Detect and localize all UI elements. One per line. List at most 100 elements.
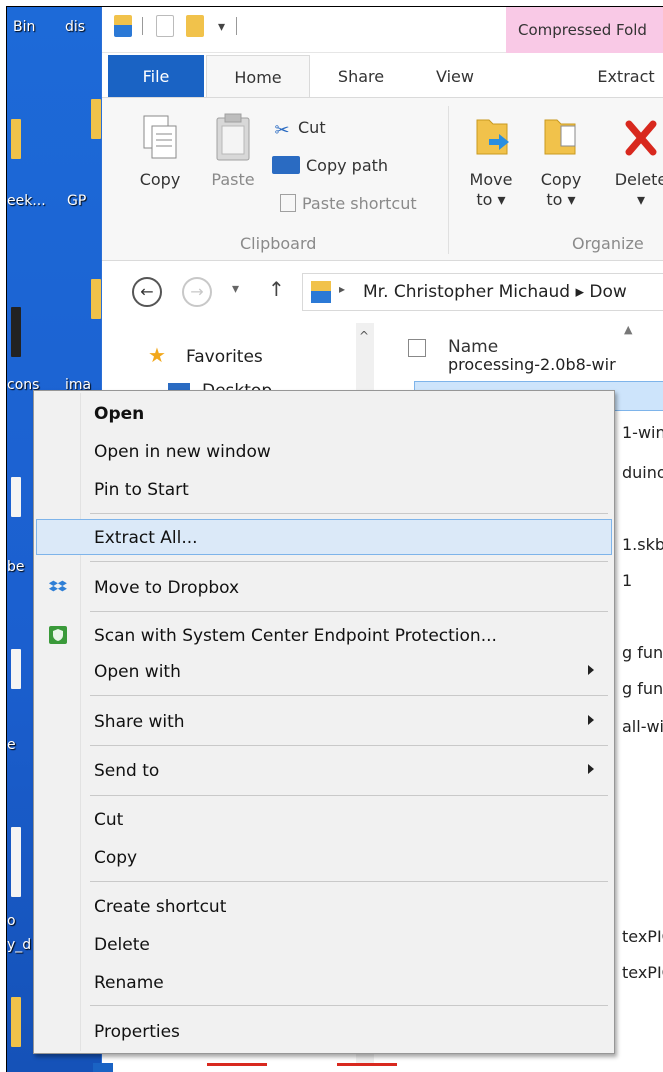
- menu-item-move-to-dropbox[interactable]: Move to Dropbox: [36, 569, 612, 605]
- folder-icon[interactable]: [91, 99, 101, 139]
- file-item[interactable]: texPIC: [622, 963, 663, 982]
- desktop-label-eek[interactable]: eek...: [7, 193, 46, 209]
- clipboard-group-label: Clipboard: [240, 234, 317, 253]
- menu-item-open-with[interactable]: Open with: [36, 653, 612, 689]
- menu-item-label: Open with: [94, 662, 181, 682]
- copy-path-label: Copy path: [306, 156, 389, 175]
- paste-button[interactable]: Paste: [202, 112, 264, 190]
- menu-item-open-in-new-window[interactable]: Open in new window: [36, 433, 612, 469]
- cut-label: Cut: [298, 118, 326, 137]
- menu-item-label: Copy: [94, 848, 138, 868]
- ribbon: Copy Paste ✂ Cut Copy path Paste shortcut…: [102, 97, 663, 261]
- app-icon[interactable]: [11, 307, 21, 357]
- menu-separator: [90, 513, 608, 514]
- separator: [142, 17, 143, 35]
- contextual-tab-compressed-folder-tools[interactable]: Compressed Fold: [506, 7, 663, 53]
- menu-item-delete[interactable]: Delete: [36, 926, 612, 962]
- recent-locations-button[interactable]: ▾: [232, 281, 239, 297]
- copy-to-label-line1: Copy: [540, 170, 582, 189]
- tab-share[interactable]: Share: [316, 55, 406, 97]
- file-item[interactable]: all-wi: [622, 717, 663, 736]
- address-bar[interactable]: ▸ Mr. Christopher Michaud ▸ Dow: [302, 273, 663, 311]
- file-icon[interactable]: [11, 649, 21, 689]
- menu-item-open[interactable]: Open: [36, 395, 612, 431]
- copy-button[interactable]: Copy: [128, 112, 192, 190]
- submenu-arrow-icon: [588, 665, 594, 675]
- paste-shortcut-button[interactable]: Paste shortcut: [280, 194, 417, 213]
- taskbar-app-icon[interactable]: [207, 1063, 267, 1072]
- new-folder-icon[interactable]: [186, 15, 204, 37]
- properties-icon[interactable]: [156, 15, 174, 37]
- file-item[interactable]: texPIC: [622, 927, 663, 946]
- desktop-label-be[interactable]: be: [7, 559, 25, 575]
- cut-button[interactable]: ✂ Cut: [272, 118, 326, 141]
- menu-item-label: Scan with System Center Endpoint Protect…: [94, 626, 497, 646]
- copy-to-label-line2: to ▾: [546, 190, 576, 209]
- file-item[interactable]: g fun: [622, 643, 663, 662]
- menu-item-rename[interactable]: Rename: [36, 964, 612, 1000]
- customize-toolbar-icon[interactable]: ▾: [218, 19, 225, 35]
- file-item[interactable]: processing-2.0b8-wir: [448, 355, 616, 374]
- file-icon[interactable]: [11, 477, 21, 517]
- desktop-label-e[interactable]: e: [7, 737, 16, 753]
- menu-item-create-shortcut[interactable]: Create shortcut: [36, 888, 612, 924]
- menu-item-properties[interactable]: Properties: [36, 1013, 612, 1049]
- folder-icon[interactable]: [91, 279, 101, 319]
- menu-item-pin-to-start[interactable]: Pin to Start: [36, 471, 612, 507]
- folder-icon[interactable]: [11, 119, 21, 159]
- file-icon[interactable]: [11, 827, 21, 897]
- favorites-item[interactable]: Favorites: [186, 347, 263, 367]
- menu-separator: [90, 881, 608, 882]
- menu-item-label: Properties: [94, 1022, 180, 1042]
- move-to-button[interactable]: Move to ▾: [460, 112, 522, 210]
- menu-item-share-with[interactable]: Share with: [36, 703, 612, 739]
- desktop-label-dis[interactable]: dis: [65, 19, 85, 35]
- column-header-name[interactable]: Name: [448, 337, 498, 357]
- desktop-label-y-d[interactable]: y_d: [7, 937, 31, 953]
- desktop-label-recycle-bin[interactable]: Bin: [13, 19, 35, 35]
- pencil-icon[interactable]: [11, 997, 21, 1047]
- desktop-label-gp[interactable]: GP: [67, 193, 86, 209]
- tab-extract[interactable]: Extract: [576, 55, 663, 97]
- delete-label-line1: Delete: [614, 170, 663, 189]
- file-item[interactable]: 1-wind: [622, 423, 663, 442]
- separator: [448, 106, 449, 254]
- scroll-up-icon[interactable]: ^: [359, 329, 369, 343]
- menu-separator: [90, 611, 608, 612]
- address-path: Mr. Christopher Michaud ▸ Dow: [363, 282, 627, 302]
- menu-separator: [90, 745, 608, 746]
- copy-path-button[interactable]: Copy path: [272, 156, 388, 175]
- delete-x-icon: [625, 120, 657, 156]
- paste-icon: [216, 113, 250, 161]
- tab-view[interactable]: View: [410, 55, 500, 97]
- sort-ascending-icon: ▲: [624, 323, 633, 336]
- up-button[interactable]: ↑: [268, 277, 285, 301]
- menu-item-cut[interactable]: Cut: [36, 801, 612, 837]
- submenu-arrow-icon: [588, 715, 594, 725]
- menu-item-scan-endpoint-protection[interactable]: Scan with System Center Endpoint Protect…: [36, 617, 612, 653]
- title-bar: ▾ Compressed Fold: [102, 7, 663, 53]
- menu-item-label: Open in new window: [94, 442, 271, 462]
- menu-item-label: Send to: [94, 761, 160, 781]
- taskbar-app-icon[interactable]: [337, 1063, 397, 1072]
- submenu-arrow-icon: [588, 764, 594, 774]
- folder-icon[interactable]: [114, 15, 132, 37]
- taskbar-app-icon[interactable]: [93, 1063, 113, 1072]
- file-item[interactable]: g fun: [622, 679, 663, 698]
- forward-button[interactable]: →: [182, 277, 212, 307]
- tab-file[interactable]: File: [108, 55, 204, 97]
- menu-item-send-to[interactable]: Send to: [36, 752, 612, 788]
- menu-item-copy[interactable]: Copy: [36, 839, 612, 875]
- chevron-right-icon: ▸: [339, 282, 346, 296]
- delete-button[interactable]: Delete ▾: [606, 112, 663, 210]
- menu-item-extract-all[interactable]: Extract All...: [36, 519, 612, 555]
- tab-home[interactable]: Home: [206, 55, 310, 97]
- copy-path-icon: [272, 156, 300, 174]
- file-item[interactable]: 1: [622, 571, 632, 590]
- file-item[interactable]: duino: [622, 463, 663, 482]
- file-item[interactable]: 1.skb: [622, 535, 663, 554]
- select-all-checkbox[interactable]: [408, 339, 426, 357]
- back-button[interactable]: ←: [132, 277, 162, 307]
- copy-to-button[interactable]: Copy to ▾: [530, 112, 592, 210]
- desktop-label-o[interactable]: o: [7, 913, 16, 929]
